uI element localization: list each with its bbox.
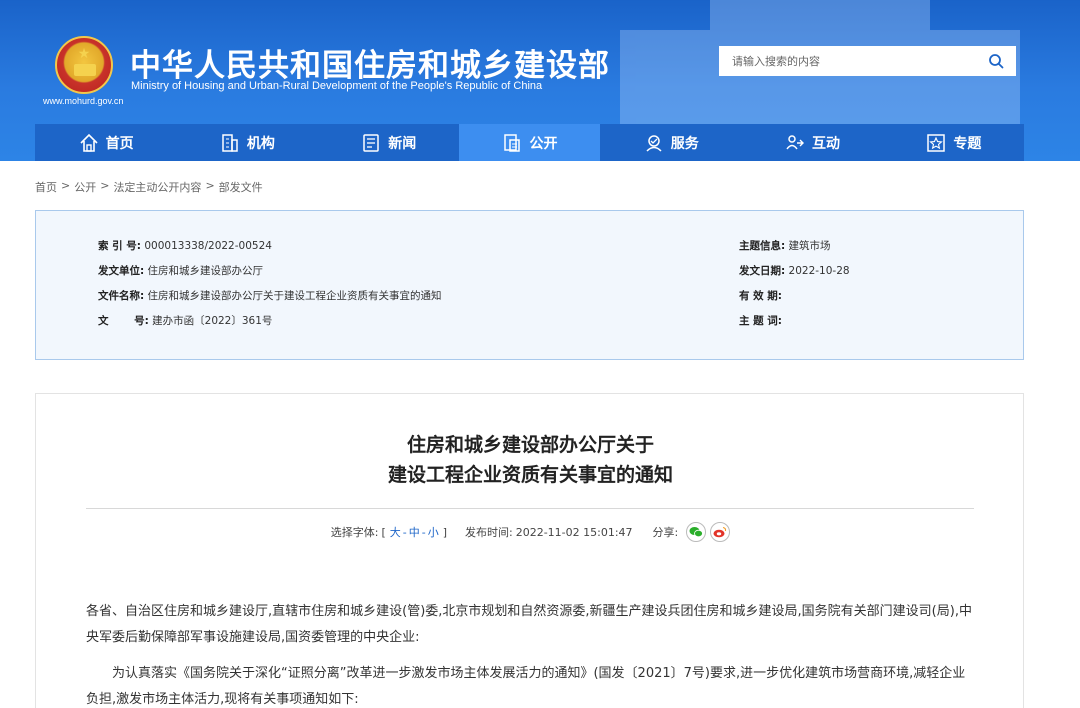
info-value: 建筑市场: [788, 240, 831, 252]
info-docno: 文 号: 建办市函〔2022〕361号: [98, 313, 272, 328]
service-icon: [646, 134, 662, 152]
info-topic: 主题信息: 建筑市场: [739, 238, 831, 253]
info-label: 主 题 词:: [739, 315, 783, 327]
font-size-medium-button[interactable]: 中: [409, 524, 420, 540]
font-bracket-close: ]: [442, 525, 447, 539]
nav-label: 互动: [812, 135, 841, 152]
info-label: 主题信息:: [739, 240, 786, 252]
document-info-box: 索 引 号: 000013338/2022-00524 发文单位: 住房和城乡建…: [35, 210, 1024, 360]
info-label: 索 引 号:: [98, 240, 142, 252]
site-title: 中华人民共和国住房和城乡建设部: [130, 48, 610, 84]
star-icon: [927, 133, 946, 152]
weibo-icon: [713, 526, 727, 538]
nav-label: 专题: [953, 135, 982, 152]
main-nav: 首页 机构 新闻 公开 服务 互动 专题: [35, 124, 1024, 161]
breadcrumb-home[interactable]: 首页: [35, 179, 57, 195]
info-label: 发文单位:: [98, 265, 145, 277]
info-index: 索 引 号: 000013338/2022-00524: [98, 238, 272, 253]
article-body: 各省、自治区住房和城乡建设厅,直辖市住房和城乡建设(管)委,北京市规划和自然资源…: [86, 599, 978, 708]
info-label: 文 号:: [98, 315, 149, 327]
nav-item-special[interactable]: 专题: [883, 124, 1024, 161]
info-label: 发文日期:: [739, 265, 786, 277]
font-separator: -: [402, 525, 407, 539]
font-separator: -: [421, 525, 426, 539]
publish-time-value: 2022-11-02 15:01:47: [515, 525, 633, 539]
article-title-line2: 建设工程企业资质有关事宜的通知: [387, 464, 673, 486]
font-size-label: 选择字体:: [330, 526, 379, 539]
article-meta: 选择字体: [ 大 - 中 - 小 ] 发布时间: 2022-11-02 15:…: [36, 522, 1025, 542]
info-value: 000013338/2022-00524: [144, 240, 272, 252]
info-value: 建办市函〔2022〕361号: [152, 315, 273, 327]
home-icon: [80, 133, 98, 152]
weibo-share-button[interactable]: [710, 522, 731, 542]
national-emblem-icon: ★: [55, 36, 113, 94]
site-subtitle: Ministry of Housing and Urban-Rural Deve…: [131, 80, 543, 92]
site-url: www.mohurd.gov.cn: [43, 96, 124, 106]
info-value: 2022-10-28: [788, 265, 850, 277]
article-container: 住房和城乡建设部办公厅关于 建设工程企业资质有关事宜的通知 选择字体: [ 大 …: [35, 393, 1024, 708]
nav-item-service[interactable]: 服务: [600, 124, 741, 161]
wechat-icon: [689, 527, 704, 538]
search-box: [719, 46, 1016, 76]
article-paragraph: 各省、自治区住房和城乡建设厅,直辖市住房和城乡建设(管)委,北京市规划和自然资源…: [86, 604, 972, 645]
publish-time-label: 发布时间:: [465, 526, 513, 539]
article-paragraph: 为认真落实《国务院关于深化“证照分离”改革进一步激发市场主体发展活力的通知》(国…: [86, 666, 966, 707]
nav-item-news[interactable]: 新闻: [318, 124, 459, 161]
nav-label: 机构: [246, 135, 275, 152]
font-size-large-button[interactable]: 大: [390, 524, 401, 540]
nav-label: 首页: [105, 135, 134, 152]
nav-item-interact[interactable]: 互动: [741, 124, 882, 161]
breadcrumb: 首页 > 公开 > 法定主动公开内容 > 部发文件: [35, 179, 263, 195]
font-bracket-open: [: [381, 525, 386, 539]
news-icon: [363, 133, 379, 152]
building-icon: [222, 133, 238, 152]
interact-icon: [786, 134, 805, 149]
nav-label: 新闻: [388, 135, 417, 152]
document-icon: [504, 133, 521, 152]
info-issuer: 发文单位: 住房和城乡建设部办公厅: [98, 263, 263, 278]
breadcrumb-separator: >: [205, 179, 215, 192]
article-title-line1: 住房和城乡建设部办公厅关于: [406, 434, 654, 456]
nav-item-public[interactable]: 公开: [458, 124, 601, 161]
info-date: 发文日期: 2022-10-28: [739, 263, 850, 278]
info-label: 文件名称:: [98, 290, 145, 302]
wechat-share-button[interactable]: [686, 522, 707, 542]
nav-label: 服务: [670, 135, 699, 152]
info-keywords: 主 题 词:: [739, 313, 782, 328]
search-input[interactable]: [719, 46, 976, 76]
nav-item-home[interactable]: 首页: [35, 124, 176, 161]
info-value: 住房和城乡建设部办公厅: [147, 265, 264, 277]
share-label: 分享:: [652, 526, 679, 539]
info-label: 有 效 期:: [739, 290, 783, 302]
breadcrumb-separator: >: [100, 179, 110, 192]
breadcrumb-statutory-content[interactable]: 法定主动公开内容: [113, 179, 201, 195]
nav-item-organization[interactable]: 机构: [176, 124, 317, 161]
info-validity: 有 效 期:: [739, 288, 782, 303]
font-size-small-button[interactable]: 小: [428, 524, 439, 540]
search-button[interactable]: [976, 46, 1016, 76]
breadcrumb-separator: >: [61, 179, 71, 192]
breadcrumb-public[interactable]: 公开: [74, 179, 96, 195]
article-divider: [86, 508, 974, 509]
breadcrumb-ministry-documents[interactable]: 部发文件: [219, 179, 263, 195]
info-value: 住房和城乡建设部办公厅关于建设工程企业资质有关事宜的通知: [147, 290, 442, 302]
nav-label: 公开: [529, 135, 558, 152]
info-docname: 文件名称: 住房和城乡建设部办公厅关于建设工程企业资质有关事宜的通知: [98, 288, 442, 303]
search-icon: [989, 54, 1004, 69]
